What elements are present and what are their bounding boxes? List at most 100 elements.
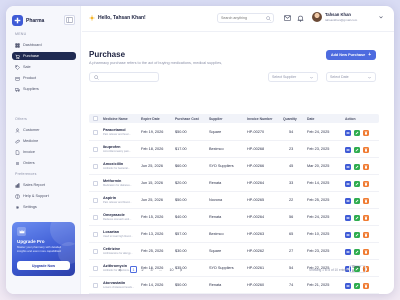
row-checkbox[interactable] <box>93 198 98 203</box>
delete-button[interactable] <box>363 282 369 289</box>
sidebar-item-medicine[interactable]: Medicine <box>12 137 76 145</box>
cell-invoice: HP-00268 <box>247 147 265 151</box>
sidebar-item-purchase[interactable]: Purchase <box>12 52 76 60</box>
cell-invoice: HP-00270 <box>247 130 265 134</box>
edit-button[interactable] <box>354 129 360 136</box>
eye-icon <box>346 284 350 287</box>
sidebar-item-suppliers[interactable]: Suppliers <box>12 85 76 93</box>
sidebar-item-settings[interactable]: Settings <box>12 203 76 211</box>
menu-section-label: MENU <box>15 32 27 36</box>
row-checkbox[interactable] <box>93 249 98 254</box>
chevron-down-icon[interactable] <box>378 14 384 20</box>
view-button[interactable] <box>345 163 351 170</box>
row-checkbox[interactable] <box>93 266 98 271</box>
delete-button[interactable] <box>363 231 369 238</box>
cell-qty: 45 <box>289 164 294 168</box>
sidebar-item-dashboard[interactable]: Dashboard <box>12 41 76 49</box>
box-icon <box>15 76 20 80</box>
pencil-icon <box>355 131 359 134</box>
edit-button[interactable] <box>354 231 360 238</box>
edit-button[interactable] <box>354 146 360 153</box>
row-checkbox[interactable] <box>93 130 98 135</box>
delete-button[interactable] <box>363 180 369 187</box>
global-search-input[interactable] <box>221 16 265 20</box>
upgrade-now-button[interactable]: Upgrade Now <box>17 261 70 270</box>
cell-expire: Feb 13, 2026 <box>141 232 164 236</box>
view-button[interactable] <box>345 180 351 187</box>
cell-supplier: Beximco <box>209 232 224 236</box>
delete-button[interactable] <box>363 248 369 255</box>
grid-icon <box>15 42 20 48</box>
delete-button[interactable] <box>363 214 369 221</box>
add-new-purchase-button[interactable]: Add New Purchase + <box>326 50 376 60</box>
trash-icon <box>364 148 368 152</box>
sidebar-item-customer[interactable]: Customer <box>12 126 76 134</box>
medicine-description: Reduces stomach acid... <box>103 218 132 221</box>
preferences-section-label: Preferences <box>15 172 37 176</box>
cell-invoice: HP-00261 <box>247 266 265 270</box>
supplier-select[interactable]: Select Supplier <box>268 72 318 82</box>
select-all-checkbox[interactable] <box>93 116 98 121</box>
date-select[interactable]: Select Date <box>326 72 376 82</box>
mail-icon[interactable] <box>283 14 291 22</box>
view-button[interactable] <box>345 214 351 221</box>
eye-icon <box>346 199 350 202</box>
prev-page-button[interactable] <box>116 266 123 273</box>
edit-button[interactable] <box>354 197 360 204</box>
sidebar-item-label: Suppliers <box>23 87 39 91</box>
pencil-icon <box>355 148 359 151</box>
table-search[interactable] <box>89 72 159 82</box>
row-checkbox[interactable] <box>93 215 98 220</box>
edit-button[interactable] <box>354 248 360 255</box>
row-checkbox[interactable] <box>93 232 98 237</box>
delete-button[interactable] <box>363 163 369 170</box>
edit-button[interactable] <box>354 282 360 289</box>
brand[interactable]: Pharma <box>12 15 44 26</box>
upgrade-title: Upgrade Pro <box>17 239 45 244</box>
view-button[interactable] <box>345 282 351 289</box>
view-button[interactable] <box>345 248 351 255</box>
page-button[interactable]: 1 <box>130 266 137 273</box>
row-checkbox[interactable] <box>93 147 98 152</box>
sidebar-collapse-button[interactable] <box>64 15 75 25</box>
cell-date: Feb 10, 2025 <box>307 232 330 236</box>
per-page-select[interactable]: Show 8 <box>349 265 366 273</box>
next-page-button[interactable] <box>177 266 184 273</box>
page-button[interactable]: 2 <box>139 266 146 273</box>
page-button[interactable]: 10 <box>168 266 175 273</box>
cell-cost: $30.00 <box>175 249 187 253</box>
cell-qty: 27 <box>289 249 294 253</box>
delete-button[interactable] <box>363 129 369 136</box>
cell-date: Feb 24, 2025 <box>307 215 330 219</box>
bell-icon[interactable] <box>296 14 304 22</box>
view-button[interactable] <box>345 146 351 153</box>
page-button[interactable]: ... <box>157 266 164 273</box>
sidebar-item-orders[interactable]: Orders <box>12 159 76 167</box>
sidebar-item-sales-report[interactable]: Sales Report <box>12 181 76 189</box>
sidebar-item-sale[interactable]: Sale <box>12 63 76 71</box>
sun-icon <box>89 15 95 21</box>
view-button[interactable] <box>345 231 351 238</box>
sidebar-item-product[interactable]: Product <box>12 74 76 82</box>
user-avatar[interactable] <box>312 12 322 22</box>
cell-date: Mar 20, 2025 <box>307 164 330 168</box>
row-checkbox[interactable] <box>93 283 98 288</box>
row-checkbox[interactable] <box>93 181 98 186</box>
cell-cost: $50.00 <box>175 130 187 134</box>
cell-qty: 74 <box>289 283 294 287</box>
delete-button[interactable] <box>363 146 369 153</box>
sidebar-item-invoice[interactable]: Invoice <box>12 148 76 156</box>
edit-button[interactable] <box>354 163 360 170</box>
page-button[interactable]: 3 <box>148 266 155 273</box>
sidebar-item-help-support[interactable]: Help & Support <box>12 192 76 200</box>
crown-icon <box>17 227 26 236</box>
global-search[interactable] <box>217 13 274 23</box>
edit-button[interactable] <box>354 214 360 221</box>
edit-button[interactable] <box>354 180 360 187</box>
upgrade-description: Master your pharmacy with detailed insig… <box>17 245 62 253</box>
row-checkbox[interactable] <box>93 164 98 169</box>
delete-button[interactable] <box>363 197 369 204</box>
column-header: Date <box>307 117 315 121</box>
view-button[interactable] <box>345 129 351 136</box>
view-button[interactable] <box>345 197 351 204</box>
